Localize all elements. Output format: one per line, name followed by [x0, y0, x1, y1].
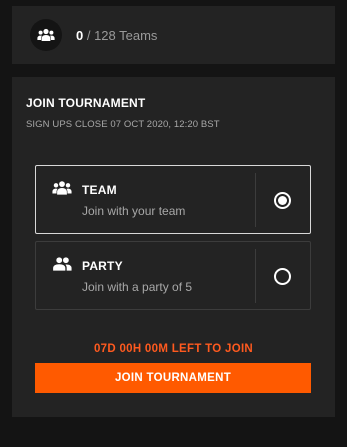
option-party[interactable]: PARTY Join with a party of 5 — [35, 241, 311, 310]
teams-total-label: / 128 Teams — [83, 27, 158, 43]
option-divider — [255, 173, 256, 227]
teams-count-text: 0 / 128 Teams — [76, 28, 157, 43]
party-icon — [52, 256, 72, 277]
team-icon — [52, 180, 72, 201]
option-team-description: Join with your team — [82, 204, 186, 218]
team-radio[interactable] — [274, 192, 291, 209]
option-team-title: TEAM — [82, 183, 117, 197]
join-tournament-panel: JOIN TOURNAMENT SIGN UPS CLOSE 07 OCT 20… — [12, 77, 335, 417]
countdown-text: 07D 00H 00M LEFT TO JOIN — [93, 343, 254, 355]
team-icon — [30, 19, 62, 51]
party-radio[interactable] — [274, 268, 291, 285]
join-title: JOIN TOURNAMENT — [26, 96, 146, 110]
option-divider — [255, 249, 256, 303]
teams-count-card: 0 / 128 Teams — [12, 6, 335, 64]
option-party-title: PARTY — [82, 259, 123, 273]
join-tournament-button[interactable]: JOIN TOURNAMENT — [35, 363, 311, 393]
option-team[interactable]: TEAM Join with your team — [35, 165, 311, 234]
signups-close-text: SIGN UPS CLOSE 07 OCT 2020, 12:20 BST — [26, 119, 220, 130]
option-party-description: Join with a party of 5 — [82, 280, 193, 294]
